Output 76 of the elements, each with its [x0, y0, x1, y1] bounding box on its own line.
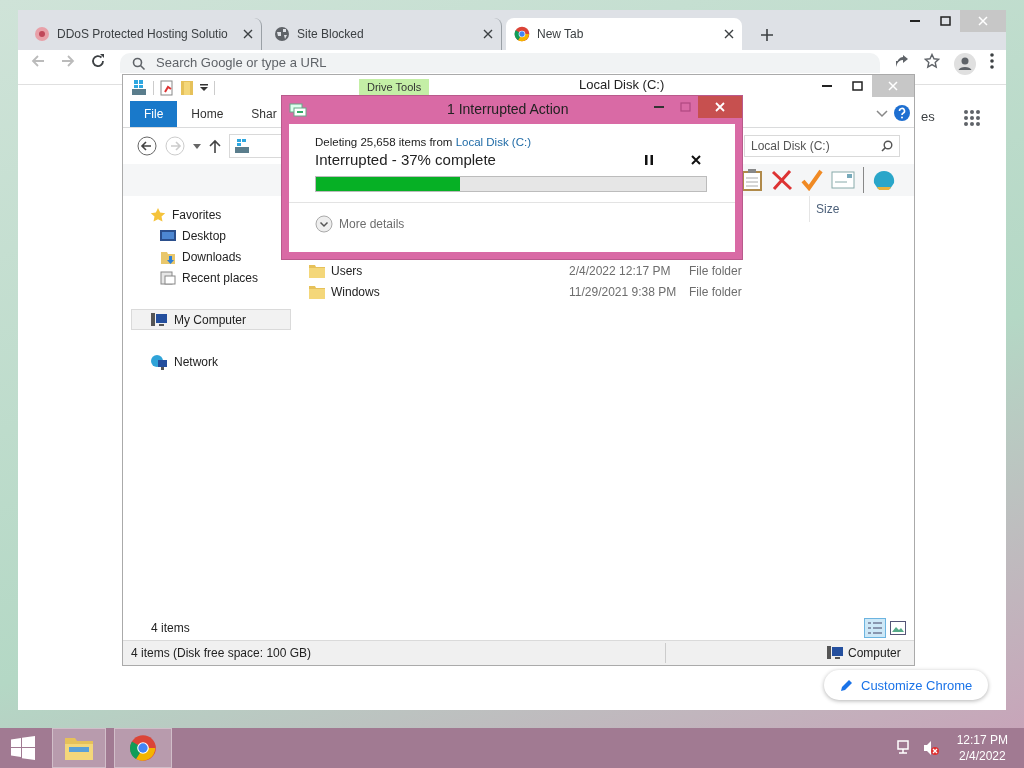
expand-icon[interactable]	[315, 215, 333, 233]
images-link[interactable]: es	[921, 109, 935, 124]
folder-icon	[309, 284, 325, 299]
date-cell-text: 2/4/2022 12:17 PM	[569, 262, 672, 280]
customize-chrome-button[interactable]: Customize Chrome	[824, 670, 989, 700]
progress-status: Interrupted - 37% complete	[315, 151, 497, 168]
desktop-icon	[160, 228, 176, 243]
status-text: 4 items (Disk free space: 100 GB)	[131, 646, 312, 660]
drive-icon	[131, 79, 147, 97]
chrome-icon	[514, 26, 530, 42]
checkmark-icon[interactable]	[801, 169, 823, 191]
window-title: Local Disk (C:)	[579, 77, 665, 92]
chevron-down-icon[interactable]	[876, 110, 888, 118]
search-icon	[881, 140, 893, 152]
close-icon[interactable]	[724, 29, 734, 39]
ribbon-tab[interactable]: File	[130, 101, 178, 127]
close-icon	[978, 16, 988, 26]
search-field[interactable]: Local Disk (C:)	[744, 135, 900, 157]
star-icon	[150, 206, 166, 223]
back-icon[interactable]	[137, 136, 157, 156]
more-details-link[interactable]: More details	[339, 217, 405, 231]
nav-item[interactable]: Network	[131, 351, 291, 372]
properties-icon[interactable]	[160, 80, 174, 96]
windows-logo-icon	[11, 736, 35, 760]
apps-grid-icon[interactable]	[963, 109, 981, 127]
close-icon[interactable]	[483, 29, 493, 39]
browser-tab[interactable]: New Tab	[506, 18, 742, 50]
nav-item[interactable]: Recent places	[131, 267, 291, 288]
up-arrow-icon[interactable]	[209, 139, 221, 153]
drive-icon	[234, 138, 250, 154]
chrome-taskbar-button[interactable]	[114, 728, 172, 768]
nav-item[interactable]: My Computer	[131, 309, 291, 330]
new-tab-icon[interactable]	[760, 28, 774, 42]
file-name[interactable]: Users	[309, 260, 569, 281]
menu-icon[interactable]	[990, 53, 994, 69]
close-icon	[715, 102, 725, 112]
date-cell-text: 11/29/2021 9:38 PM	[569, 283, 678, 301]
operation-message: Deleting 25,658 items from Local Disk (C:)	[315, 136, 533, 148]
address-bar[interactable]: Search Google or type a URL	[120, 53, 880, 73]
close-icon	[888, 81, 898, 91]
status-location: Computer	[848, 646, 902, 660]
close-icon[interactable]	[243, 29, 253, 39]
shell-icon[interactable]	[872, 169, 896, 191]
search-icon	[132, 57, 146, 71]
dropdown-icon[interactable]	[193, 143, 201, 149]
muted-speaker-icon[interactable]	[922, 740, 939, 756]
item-count: 4 items	[151, 621, 190, 635]
pencil-icon	[840, 678, 853, 692]
file-operation-icon	[289, 102, 307, 118]
picture-view-icon[interactable]	[890, 621, 906, 635]
clipboard-icon[interactable]	[741, 168, 763, 192]
flower-icon	[34, 26, 50, 42]
dialog-title: 1 Interrupted Action	[447, 101, 569, 117]
computer-icon	[826, 645, 844, 661]
chrome-logo-icon	[129, 734, 157, 762]
bookmark-star-icon[interactable]	[924, 53, 940, 69]
card-icon[interactable]	[831, 171, 855, 189]
type-cell-text: File folder	[689, 262, 743, 280]
ribbon-tab[interactable]: Home	[177, 101, 238, 127]
profile-avatar-icon[interactable]	[954, 53, 976, 75]
globe-icon	[274, 26, 290, 42]
computer-icon	[150, 311, 168, 328]
recent-places-icon	[160, 269, 176, 286]
file-name[interactable]: Windows	[309, 281, 569, 302]
folder-icon	[64, 735, 94, 761]
network-icon	[150, 353, 168, 370]
dropdown-icon[interactable]	[200, 84, 208, 92]
type-cell-text: File folder	[689, 283, 743, 301]
system-clock[interactable]: 12:17 PM 2/4/2022	[956, 732, 1008, 764]
column-header[interactable]: Size	[809, 196, 889, 222]
delete-x-icon[interactable]	[771, 169, 793, 191]
folder-icon	[309, 263, 325, 278]
reload-icon[interactable]	[90, 53, 106, 69]
close-button[interactable]	[698, 96, 742, 118]
help-icon[interactable]	[894, 105, 910, 121]
source-link[interactable]: Local Disk (C:)	[455, 136, 532, 148]
